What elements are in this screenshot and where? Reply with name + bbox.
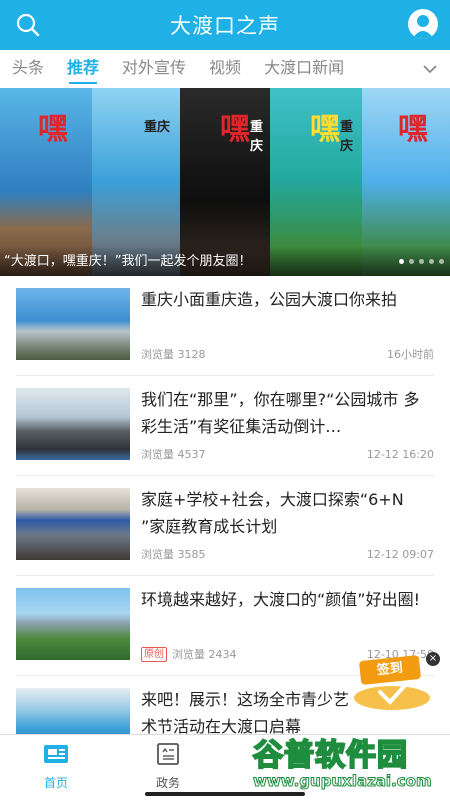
home-indicator — [145, 792, 305, 796]
news-time: 12-12 09:07 — [366, 547, 434, 561]
category-tabs: 头条 推荐 对外宣传 视频 大渡口新闻 — [0, 50, 450, 88]
tab-local-news[interactable]: 大渡口新闻 — [264, 50, 344, 88]
checkin-float[interactable]: 签到 × — [350, 652, 442, 712]
app-title: 大渡口之声 — [170, 14, 280, 38]
search-icon[interactable] — [14, 11, 42, 39]
news-title: 环境越来越好，大渡口的“颜值”好出圈! — [141, 590, 420, 609]
tab-publicity[interactable]: 对外宣传 — [122, 50, 186, 88]
nav-government-label: 政务 — [155, 776, 180, 790]
carousel-dot[interactable] — [419, 259, 424, 264]
nav-government[interactable]: 政务 — [138, 741, 198, 791]
carousel-dot[interactable] — [399, 259, 404, 264]
banner-brand: 重庆 — [250, 120, 264, 154]
original-badge: 原创 — [141, 646, 167, 662]
chevron-down-icon[interactable] — [420, 59, 440, 79]
news-thumbnail — [16, 488, 130, 560]
home-news-icon — [44, 745, 68, 763]
news-views: 浏览量 3128 — [141, 348, 206, 361]
banner-brand: 重庆 — [144, 120, 171, 135]
nav-home[interactable]: 首页 — [26, 741, 86, 791]
news-title: 我们在“那里”，你在哪里?“公园城市 多彩生活”有奖征集活动倒计… — [141, 390, 420, 436]
news-meta: 浏览量 3585 12-12 09:07 — [141, 546, 434, 562]
news-item[interactable]: 家庭+学校+社会，大渡口探索“6+N ”家庭教育成长计划 浏览量 3585 12… — [16, 476, 434, 576]
banner-mark: 嘿 — [38, 112, 68, 147]
news-meta: 浏览量 3128 16小时前 — [141, 346, 434, 362]
close-icon[interactable]: × — [426, 652, 440, 666]
news-title: 家庭+学校+社会，大渡口探索“6+N ”家庭教育成长计划 — [141, 490, 404, 536]
nav-home-label: 首页 — [43, 776, 68, 790]
tab-video[interactable]: 视频 — [209, 50, 241, 88]
tab-headline[interactable]: 头条 — [12, 50, 44, 88]
news-title: 重庆小面重庆造，公园大渡口你来拍 — [141, 290, 398, 309]
watermark-brand: 谷普软件园 — [252, 737, 408, 774]
banner-mark: 嘿 — [398, 112, 428, 147]
carousel-dot[interactable] — [439, 259, 444, 264]
news-views: 浏览量 3585 — [141, 548, 206, 561]
watermark: 谷普软件园 www.gupuxlazai.com — [245, 728, 450, 800]
app-header: 大渡口之声 — [0, 0, 450, 50]
banner-carousel[interactable]: 嘿 重庆 嘿 重庆 嘿 重庆 嘿 “大渡口，嘿重庆！”我们一起发个朋友圈！ — [0, 88, 450, 276]
carousel-indicator — [399, 259, 444, 264]
banner-mark: 嘿 — [220, 112, 250, 147]
banner-brand: 重庆 — [340, 120, 354, 154]
news-time: 12-12 16:20 — [366, 447, 434, 461]
profile-icon[interactable] — [408, 9, 438, 39]
government-icon — [157, 743, 179, 765]
news-item[interactable]: 重庆小面重庆造，公园大渡口你来拍 浏览量 3128 16小时前 — [16, 276, 434, 376]
news-item[interactable]: 我们在“那里”，你在哪里?“公园城市 多彩生活”有奖征集活动倒计… 浏览量 45… — [16, 376, 434, 476]
tab-recommended[interactable]: 推荐 — [67, 50, 99, 88]
news-views: 浏览量 4537 — [141, 448, 206, 461]
news-thumbnail — [16, 388, 130, 460]
banner-caption: “大渡口，嘿重庆！”我们一起发个朋友圈！ — [0, 246, 450, 276]
news-thumbnail — [16, 288, 130, 360]
news-time: 16小时前 — [387, 348, 434, 361]
news-views: 浏览量 2434 — [172, 648, 237, 661]
app-screen: 大渡口之声 头条 推荐 对外宣传 视频 大渡口新闻 嘿 重庆 嘿 重庆 嘿 重庆 — [0, 0, 450, 800]
news-thumbnail — [16, 588, 130, 660]
banner-mark: 嘿 — [310, 112, 340, 147]
carousel-dot[interactable] — [429, 259, 434, 264]
news-meta: 浏览量 4537 12-12 16:20 — [141, 446, 434, 462]
carousel-dot[interactable] — [409, 259, 414, 264]
watermark-url: www.gupuxlazai.com — [253, 772, 433, 791]
